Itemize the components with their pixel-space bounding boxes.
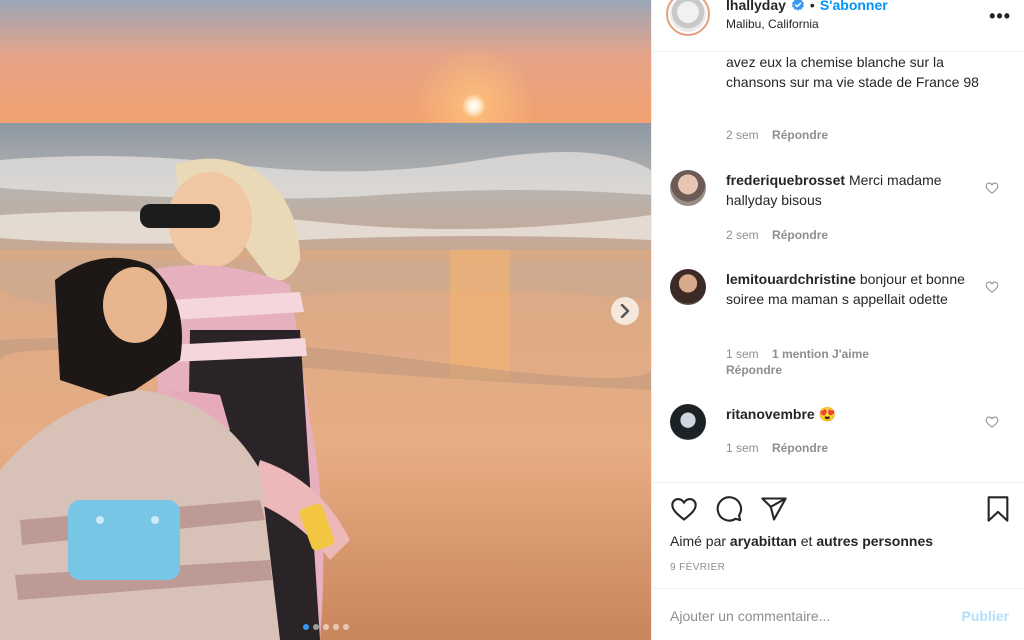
author-line: lhallyday • S'abonner: [726, 0, 888, 13]
comment-emoji: 😍: [818, 406, 837, 422]
comment-text: avez eux la chemise blanche sur la chans…: [726, 54, 979, 90]
comment-text: ritanovembre 😍: [726, 404, 976, 424]
author-avatar[interactable]: [666, 0, 710, 36]
commenter-avatar[interactable]: [670, 404, 706, 440]
comment-meta: 2 sem Répondre: [726, 228, 828, 242]
post-side-panel: lhallyday • S'abonner Malibu, California…: [651, 0, 1024, 640]
heart-icon[interactable]: [670, 495, 698, 523]
heart-icon[interactable]: [985, 415, 999, 429]
bookmark-icon[interactable]: [984, 495, 1012, 523]
post-date[interactable]: 9 FÉVRIER: [670, 562, 725, 573]
post-header: lhallyday • S'abonner Malibu, California…: [652, 0, 1024, 52]
comment-time[interactable]: 1 sem: [726, 347, 759, 361]
comment-time[interactable]: 2 sem: [726, 228, 759, 242]
carousel-indicator: [0, 624, 651, 630]
commenter-avatar[interactable]: [670, 170, 706, 206]
liked-and: et: [800, 533, 813, 549]
chevron-right-icon: [620, 304, 630, 318]
comment-meta: 1 sem Répondre: [726, 441, 828, 455]
comment-input[interactable]: [670, 607, 950, 625]
verified-badge-icon: [791, 0, 804, 11]
comment-time[interactable]: 2 sem: [726, 128, 759, 142]
comment-likes[interactable]: 1 mention J'aime: [772, 347, 869, 361]
post-media[interactable]: [0, 0, 651, 640]
comment-username[interactable]: frederiquebrosset: [726, 172, 845, 188]
liked-prefix: Aimé par: [670, 533, 727, 549]
share-icon[interactable]: [760, 495, 788, 523]
liked-user-link[interactable]: aryabittan: [730, 533, 797, 549]
comment-text: lemitouardchristine bonjour et bonne soi…: [726, 269, 976, 309]
comment-text: frederiquebrosset Merci madame hallyday …: [726, 170, 976, 210]
liked-by: Aimé par aryabittan et autres personnes: [670, 533, 933, 549]
heart-icon[interactable]: [985, 181, 999, 195]
carousel-dot: [322, 624, 329, 630]
reply-button[interactable]: Répondre: [726, 363, 782, 377]
reply-button[interactable]: Répondre: [772, 441, 828, 455]
author-username[interactable]: lhallyday: [726, 0, 786, 13]
carousel-dot: [302, 624, 309, 630]
comment-meta-reply: Répondre: [726, 363, 782, 377]
comment-time[interactable]: 1 sem: [726, 441, 759, 455]
carousel-dot: [332, 624, 339, 630]
author-avatar-image: [670, 0, 706, 32]
beach-sunset-photo: [0, 0, 651, 640]
post-actions: Aimé par aryabittan et autres personnes …: [652, 482, 1024, 588]
comment-meta: 1 sem 1 mention J'aime: [726, 347, 869, 361]
comment-username[interactable]: ritanovembre: [726, 406, 815, 422]
more-options-icon[interactable]: •••: [989, 6, 1011, 27]
follow-button[interactable]: S'abonner: [820, 0, 888, 13]
post-location[interactable]: Malibu, California: [726, 17, 819, 31]
commenter-avatar[interactable]: [670, 269, 706, 305]
reply-button[interactable]: Répondre: [772, 128, 828, 142]
add-comment-form: Publier: [652, 588, 1024, 640]
reply-button[interactable]: Répondre: [772, 228, 828, 242]
carousel-dot: [342, 624, 349, 630]
comment-username[interactable]: lemitouardchristine: [726, 271, 856, 287]
next-photo-button[interactable]: [611, 297, 639, 325]
carousel-dot: [312, 624, 319, 630]
comment-meta: 2 sem Répondre: [726, 128, 828, 142]
publish-button[interactable]: Publier: [962, 608, 1009, 624]
liked-others-link[interactable]: autres personnes: [816, 533, 933, 549]
comments-list[interactable]: avez eux la chemise blanche sur la chans…: [652, 52, 1024, 482]
header-separator: •: [809, 0, 815, 13]
heart-icon[interactable]: [985, 280, 999, 294]
comment-icon[interactable]: [715, 495, 743, 523]
